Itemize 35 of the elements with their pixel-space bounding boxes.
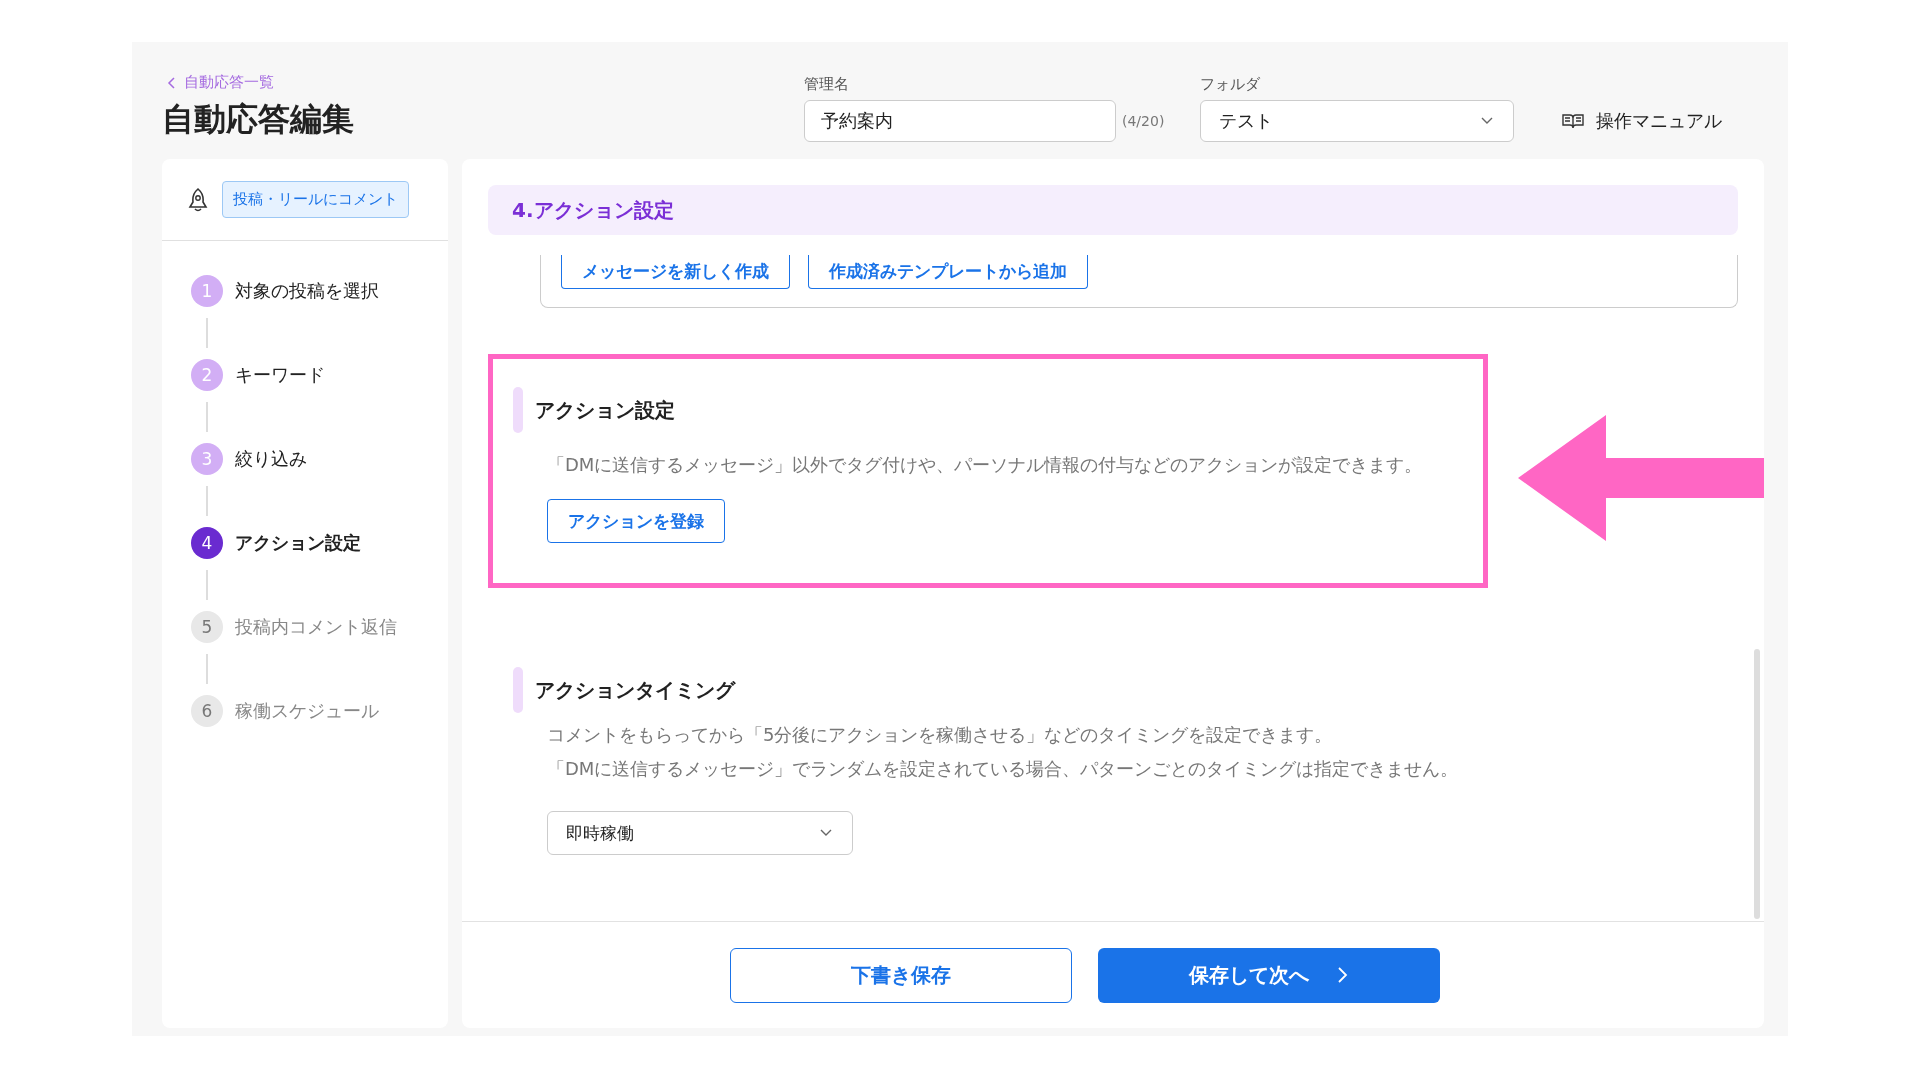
step-item[interactable]: 2 キーワード xyxy=(191,359,448,391)
save-next-button[interactable]: 保存して次へ xyxy=(1098,947,1440,1003)
section-title: 4.アクション設定 xyxy=(488,185,1738,235)
step-item[interactable]: 5 投稿内コメント返信 xyxy=(191,611,448,643)
description-text: 「DMに送信するメッセージ」でランダムを設定されている場合、パターンごとのタイミングは指定できません。 xyxy=(547,757,1460,781)
description-text: 「DMに送信するメッセージ」以外でタグ付けや、パーソナル情報の付与などのアクションが設定できます。 xyxy=(547,453,1424,477)
outline-button[interactable]: 作成済みテンプレートから追加 xyxy=(808,255,1088,289)
scrollbar[interactable] xyxy=(1754,649,1760,919)
section-heading: アクションタイミング xyxy=(535,676,735,704)
character-counter: (4/20) xyxy=(1122,113,1165,129)
field-label: フォルダ xyxy=(1200,75,1262,94)
arrow-icon xyxy=(1518,415,1764,541)
accent-bar xyxy=(513,387,523,433)
page-title: 自動応答編集 xyxy=(162,99,355,140)
accent-bar xyxy=(513,667,523,713)
step-item[interactable]: 3 絞り込み xyxy=(191,443,448,475)
rocket-icon xyxy=(186,186,210,213)
register-action-button[interactable]: アクションを登録 xyxy=(547,499,725,543)
description-text: コメントをもらってから「5分後にアクションを稼働させる」などのタイミングを設定できます。 xyxy=(547,723,1334,747)
outline-button[interactable]: メッセージを新しく作成 xyxy=(561,255,790,289)
book-icon xyxy=(1562,113,1585,129)
timing-select[interactable]: 即時稼働 xyxy=(547,811,853,855)
draft-save-button[interactable]: 下書き保存 xyxy=(730,947,1072,1003)
chevron-left-icon xyxy=(166,75,178,90)
back-link[interactable]: 自動応答一覧 xyxy=(166,73,802,92)
step-item[interactable]: 6 稼働スケジュール xyxy=(191,695,448,727)
name-field[interactable]: 予約案内 xyxy=(804,100,1116,142)
trigger-tag: 投稿・リールにコメント xyxy=(222,181,409,218)
step-item[interactable]: 1 対象の投稿を選択 xyxy=(191,275,448,307)
step-item[interactable]: 4 アクション設定 xyxy=(191,527,448,559)
chevron-right-icon xyxy=(1335,966,1349,984)
manual-link[interactable]: 操作マニュアル xyxy=(1562,100,1723,142)
section-heading: アクション設定 xyxy=(535,396,675,424)
folder-select[interactable]: テスト xyxy=(1200,100,1515,142)
field-label: 管理名 xyxy=(804,75,850,94)
